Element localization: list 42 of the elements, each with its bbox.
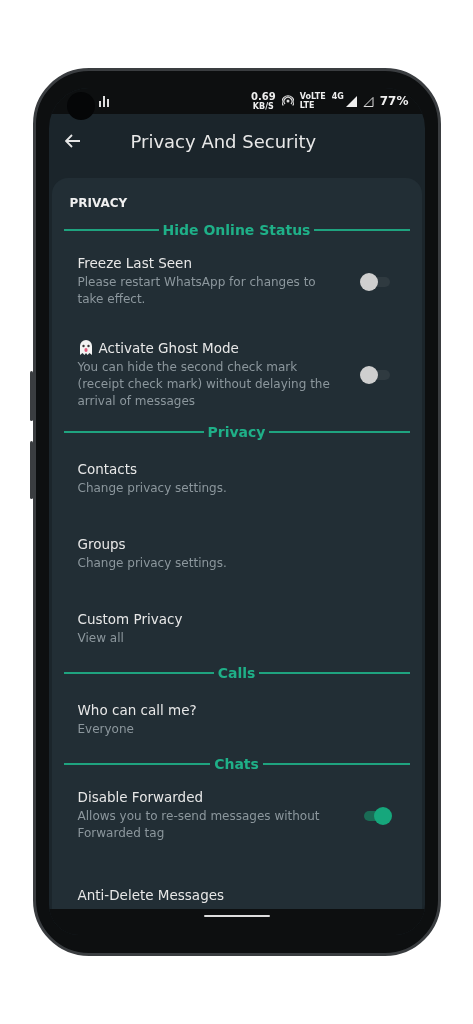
settings-item[interactable]: Disable Forwarded Allows you to re-send messages without Forwarded tag — [63, 772, 410, 856]
item-title: Anti-Delete Messages — [77, 887, 225, 903]
ghost-icon — [77, 339, 94, 356]
settings-item[interactable]: Freeze Last Seen Please restart WhatsApp for changes to take effect. — [63, 238, 410, 322]
toggle-switch[interactable] — [359, 271, 392, 292]
speed-value: 0.69 — [251, 91, 276, 102]
item-title: Who can call me? — [77, 702, 197, 718]
item-title: Disable Forwarded — [77, 789, 204, 805]
screen-title: Privacy And Security — [130, 130, 317, 152]
item-subtitle: Allows you to re-send messages without Forwarded tag — [77, 808, 321, 842]
item-subtitle: Please restart WhatsApp for changes to take effect. — [77, 274, 317, 308]
item-title: Custom Privacy — [77, 611, 183, 627]
volte-label: VoLTE — [299, 92, 326, 101]
section-title: Chats — [214, 756, 259, 772]
hotspot-icon — [281, 95, 294, 107]
settings-item[interactable]: Groups Change privacy settings. — [63, 515, 410, 590]
item-subtitle: View all — [77, 630, 125, 647]
network-type-label: 4G — [331, 91, 344, 101]
speed-unit: KB/S — [252, 101, 274, 111]
settings-item[interactable]: Contacts Change privacy settings. — [63, 440, 410, 515]
section-title: Privacy — [207, 424, 266, 440]
section-title: Calls — [217, 665, 256, 681]
settings-item[interactable]: Anti-Delete Messages — [63, 856, 410, 909]
toggle-switch[interactable] — [359, 364, 392, 385]
signal-icon — [345, 95, 357, 107]
item-title: Activate Ghost Mode — [98, 339, 239, 356]
signal-empty-icon — [362, 95, 374, 107]
settings-item[interactable]: Who can call me? Everyone — [63, 681, 410, 756]
signal-bars-icon — [98, 95, 109, 107]
settings-item[interactable]: Activate Ghost Mode You can hide the second check mark (receipt check mark) without delaying the arrival of messages — [63, 322, 410, 424]
section-title: Hide Online Status — [162, 222, 311, 238]
battery-percent: 77% — [379, 94, 409, 108]
lte-label: LTE — [299, 101, 316, 110]
item-subtitle: Change privacy settings. — [77, 480, 228, 497]
item-title: Groups — [77, 536, 126, 552]
item-subtitle: Change privacy settings. — [77, 555, 228, 572]
item-subtitle: Everyone — [77, 721, 135, 738]
settings-item[interactable]: Custom Privacy View all — [63, 590, 410, 665]
card-heading: PRIVACY — [68, 196, 129, 210]
item-title: Freeze Last Seen — [77, 255, 192, 271]
item-title: Contacts — [77, 461, 138, 477]
item-subtitle: You can hide the second check mark (receipt check mark) without delaying the arrival of messages — [77, 359, 331, 410]
